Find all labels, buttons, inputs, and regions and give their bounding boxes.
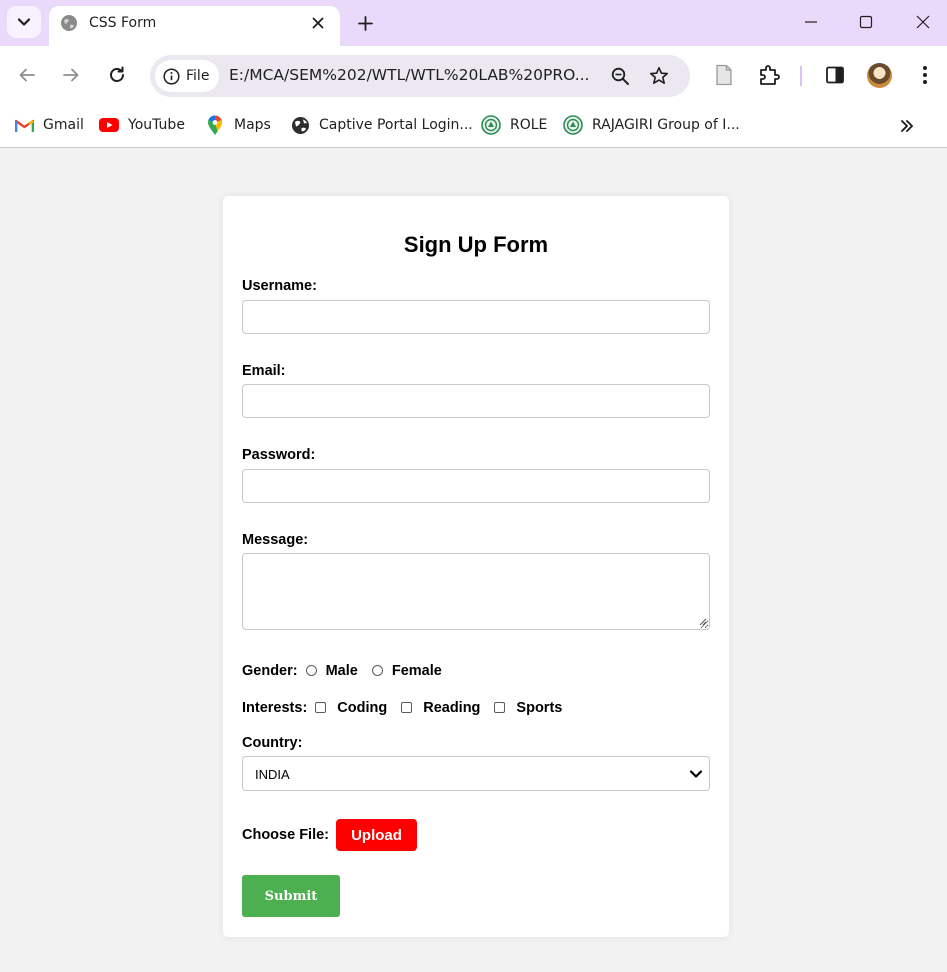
country-label: Country: <box>242 735 303 751</box>
gender-row: Gender: Male Female <box>242 661 442 681</box>
interest-reading-checkbox[interactable] <box>401 701 413 713</box>
username-label: Username: <box>242 278 317 294</box>
more-bookmarks-button[interactable] <box>896 115 918 137</box>
tab-search-button[interactable] <box>7 6 41 38</box>
document-icon <box>716 64 732 86</box>
country-select[interactable]: INDIA <box>242 756 710 791</box>
bookmark-maps[interactable]: Maps <box>205 114 271 136</box>
tab-close-button[interactable] <box>307 12 329 34</box>
gender-female-radio[interactable] <box>371 664 383 676</box>
signup-form-card: Sign Up Form Username: Email: Password: … <box>223 196 729 937</box>
password-label: Password: <box>242 447 316 463</box>
maximize-button[interactable] <box>851 8 881 36</box>
puzzle-icon <box>760 65 780 85</box>
bookmark-gmail[interactable]: Gmail <box>14 114 84 136</box>
back-button[interactable] <box>13 61 41 89</box>
window-close-button[interactable] <box>908 8 938 36</box>
interest-reading-label[interactable]: Reading <box>423 700 480 716</box>
minimize-icon <box>805 21 817 23</box>
email-label: Email: <box>242 363 286 379</box>
globe-icon <box>61 15 77 31</box>
extensions-button[interactable] <box>756 62 782 88</box>
bookmark-captive-portal[interactable]: Captive Portal Login... <box>290 114 473 136</box>
more-vertical-icon <box>923 66 927 84</box>
chevron-down-icon <box>17 18 31 26</box>
toolbar-separator <box>800 66 802 86</box>
forward-button[interactable] <box>57 61 85 89</box>
username-input[interactable] <box>242 300 710 334</box>
bookmark-youtube[interactable]: YouTube <box>99 114 185 136</box>
interest-sports-checkbox[interactable] <box>494 701 506 713</box>
bookmark-label: ROLE <box>510 117 548 133</box>
gender-label: Gender: <box>242 663 298 679</box>
new-tab-button[interactable] <box>352 10 378 36</box>
gmail-icon <box>14 115 34 135</box>
chevron-down-icon <box>689 770 703 778</box>
bookmark-label: Gmail <box>43 117 84 133</box>
maximize-icon <box>859 15 873 29</box>
tab-strip: CSS Form <box>0 0 947 46</box>
interest-coding-checkbox[interactable] <box>315 701 327 713</box>
menu-button[interactable] <box>912 62 938 88</box>
star-icon <box>650 67 668 84</box>
arrow-right-icon <box>63 68 79 82</box>
resize-grip-icon[interactable] <box>697 616 707 626</box>
reading-mode-button[interactable] <box>711 62 737 88</box>
file-chip-label: File <box>186 68 210 84</box>
plus-icon <box>357 15 373 31</box>
close-icon <box>312 17 324 29</box>
interests-label: Interests: <box>242 700 308 716</box>
file-label: Choose File: <box>242 827 330 843</box>
rajagiri-icon <box>563 115 583 135</box>
profile-avatar[interactable] <box>867 63 892 88</box>
bookmark-label: YouTube <box>128 117 185 133</box>
rajagiri-icon <box>481 115 501 135</box>
arrow-left-icon <box>19 68 35 82</box>
info-icon <box>163 67 180 85</box>
browser-toolbar: File E:/MCA/SEM%202/WTL/WTL%20LAB%20PRO.… <box>0 46 947 104</box>
password-input[interactable] <box>242 469 710 503</box>
email-input[interactable] <box>242 384 710 418</box>
interest-coding-label[interactable]: Coding <box>337 700 387 716</box>
reload-button[interactable] <box>103 61 131 89</box>
close-icon <box>916 15 930 29</box>
bookmarks-bar: Gmail YouTube Maps Captive Portal Login.… <box>0 104 947 148</box>
gender-male-label[interactable]: Male <box>326 663 358 679</box>
tab-title: CSS Form <box>89 15 157 31</box>
zoom-out-icon <box>611 67 629 85</box>
country-selected-value: INDIA <box>255 767 290 782</box>
bookmark-label: Maps <box>234 117 271 133</box>
zoom-button[interactable] <box>609 65 631 87</box>
reload-icon <box>110 66 124 82</box>
side-panel-button[interactable] <box>822 62 848 88</box>
chevron-double-right-icon <box>901 120 913 132</box>
bookmark-label: RAJAGIRI Group of I... <box>592 117 740 133</box>
minimize-button[interactable] <box>796 8 826 36</box>
interest-sports-label[interactable]: Sports <box>516 700 562 716</box>
form-title: Sign Up Form <box>403 232 549 257</box>
bookmark-star-button[interactable] <box>648 65 670 87</box>
site-info-chip[interactable]: File <box>155 60 220 92</box>
globe-icon <box>290 115 310 135</box>
bookmark-rajagiri[interactable]: RAJAGIRI Group of I... <box>563 114 740 136</box>
address-bar[interactable]: File E:/MCA/SEM%202/WTL/WTL%20LAB%20PRO.… <box>150 55 690 97</box>
submit-button[interactable]: Submit <box>242 875 340 917</box>
interests-row: Interests: Coding Reading Sports <box>242 698 562 718</box>
bookmark-label: Captive Portal Login... <box>319 117 473 133</box>
maps-icon <box>205 115 225 135</box>
youtube-icon <box>99 115 119 135</box>
side-panel-icon <box>826 66 844 84</box>
bookmark-role[interactable]: ROLE <box>481 114 547 136</box>
message-textarea[interactable] <box>242 553 710 630</box>
url-text[interactable]: E:/MCA/SEM%202/WTL/WTL%20LAB%20PRO... <box>229 66 589 84</box>
active-tab[interactable]: CSS Form <box>49 6 340 46</box>
upload-button[interactable]: Upload <box>336 819 417 851</box>
gender-female-label[interactable]: Female <box>392 663 442 679</box>
gender-male-radio[interactable] <box>305 664 317 676</box>
message-label: Message: <box>242 532 309 548</box>
